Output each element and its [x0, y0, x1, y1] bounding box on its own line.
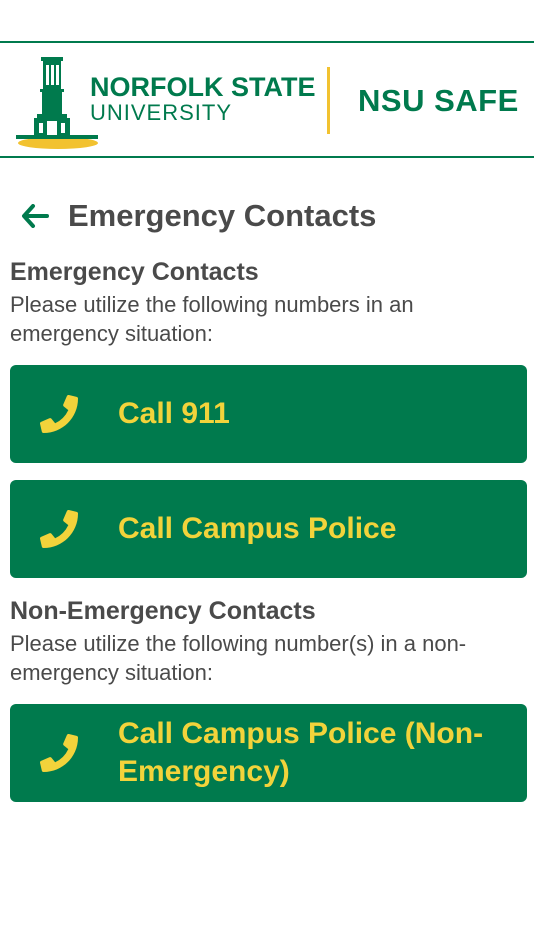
non-emergency-section-description: Please utilize the following number(s) i…	[10, 631, 467, 685]
call-campus-police-non-emergency-label: Call Campus Police (Non-Emergency)	[118, 717, 484, 788]
emergency-section-description: Please utilize the following numbers in …	[10, 292, 414, 346]
page-title-row: Emergency Contacts	[18, 194, 376, 238]
phone-icon	[40, 734, 78, 772]
call-campus-police-non-emergency-button[interactable]: Call Campus Police (Non-Emergency)	[10, 704, 527, 802]
bell-tower-logo-icon	[16, 57, 98, 149]
arrow-left-icon	[22, 204, 49, 228]
call-911-label: Call 911	[118, 397, 230, 430]
app-header: NORFOLK STATE UNIVERSITY NSU SAFE	[0, 41, 534, 158]
emergency-section-heading: Emergency Contacts	[10, 258, 259, 286]
university-name-line2: UNIVERSITY	[90, 100, 233, 125]
call-911-button[interactable]: Call 911	[10, 365, 527, 463]
non-emergency-section-heading: Non-Emergency Contacts	[10, 597, 316, 625]
phone-icon	[40, 395, 78, 433]
back-button[interactable]	[18, 199, 52, 233]
university-wordmark: NORFOLK STATE UNIVERSITY	[90, 73, 315, 125]
app-screen: NORFOLK STATE UNIVERSITY NSU SAFE Emerge…	[0, 0, 534, 950]
call-campus-police-button[interactable]: Call Campus Police	[10, 480, 527, 578]
call-campus-police-label: Call Campus Police	[118, 512, 397, 545]
university-name-line1: NORFOLK STATE	[90, 72, 316, 102]
app-name: NSU SAFE	[358, 83, 519, 118]
phone-icon	[40, 510, 78, 548]
page-title: Emergency Contacts	[68, 198, 377, 233]
logo-divider	[327, 67, 330, 134]
